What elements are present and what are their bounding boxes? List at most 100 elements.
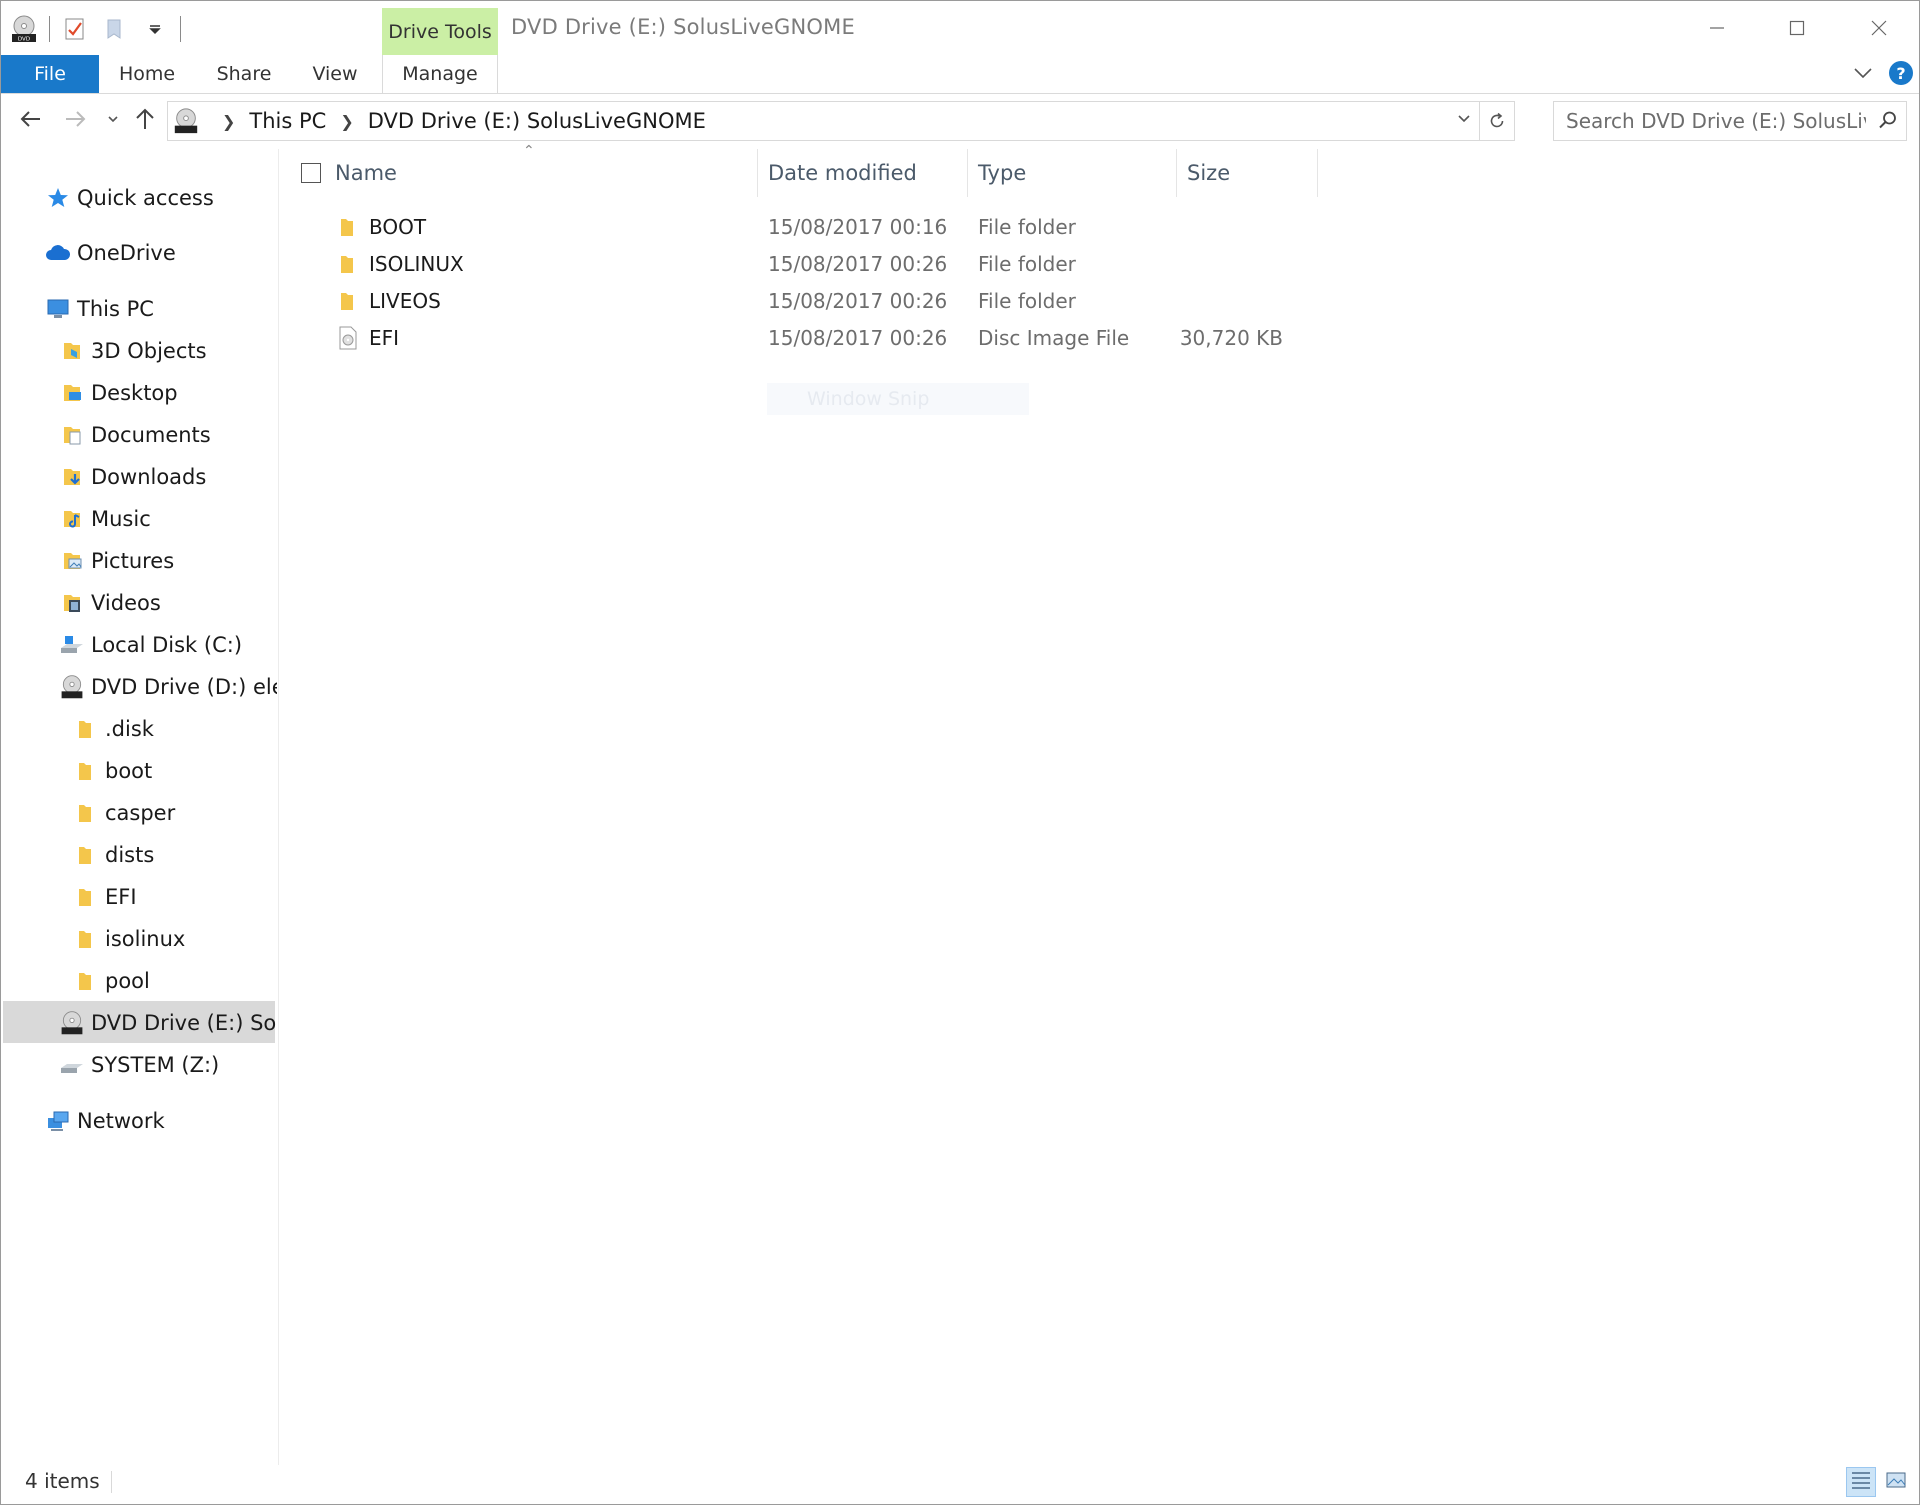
column-header-type[interactable]: Type <box>978 149 1168 197</box>
file-row[interactable]: BOOT 15/08/2017 00:16 File folder <box>279 209 1319 245</box>
file-row[interactable]: EFI 15/08/2017 00:26 Disc Image File 30,… <box>279 320 1319 356</box>
sidebar-item-label: Pictures <box>91 549 175 573</box>
sidebar-item-label: Music <box>91 507 151 531</box>
sidebar-item-label: SYSTEM (Z:) <box>91 1053 220 1077</box>
folder-icon <box>73 884 99 910</box>
sidebar-item-efi-folder[interactable]: EFI <box>73 877 137 917</box>
sidebar-item-quick-access[interactable]: Quick access <box>45 178 214 218</box>
dvd-drive-icon[interactable]: DVD <box>9 14 39 44</box>
dvd-drive-icon <box>172 107 200 135</box>
sidebar-item-dists-folder[interactable]: dists <box>73 835 154 875</box>
sidebar-item-music[interactable]: Music <box>59 499 151 539</box>
breadcrumb-this-pc[interactable]: This PC <box>249 109 326 133</box>
folder-icon <box>73 758 99 784</box>
breadcrumb-current-drive[interactable]: DVD Drive (E:) SolusLiveGNOME <box>368 109 706 133</box>
tab-manage[interactable]: Manage <box>382 55 498 93</box>
sidebar-item-boot-folder[interactable]: boot <box>73 751 152 791</box>
column-separator[interactable] <box>1176 149 1177 197</box>
new-folder-icon[interactable] <box>100 14 130 44</box>
file-name: EFI <box>369 326 400 350</box>
sidebar-item-dvd-drive-e[interactable]: DVD Drive (E:) Solus <box>59 1003 277 1043</box>
sidebar-item-label: DVD Drive (D:) elem <box>91 675 277 699</box>
sidebar-item-disk-folder[interactable]: .disk <box>73 709 154 749</box>
sidebar-item-downloads[interactable]: Downloads <box>59 457 206 497</box>
sidebar-item-label: Videos <box>91 591 161 615</box>
sidebar-item-isolinux-folder[interactable]: isolinux <box>73 919 185 959</box>
desktop-icon <box>59 380 85 406</box>
sidebar-item-documents[interactable]: Documents <box>59 415 211 455</box>
drive-tools-context-tab: Drive Tools <box>382 8 498 55</box>
sidebar-item-label: Documents <box>91 423 211 447</box>
forward-arrow-icon[interactable] <box>59 103 91 135</box>
dvd-drive-icon <box>59 1010 85 1036</box>
item-count: 4 items <box>25 1469 100 1493</box>
tab-share[interactable]: Share <box>207 55 281 93</box>
file-row[interactable]: ISOLINUX 15/08/2017 00:26 File folder <box>279 246 1319 282</box>
search-input[interactable] <box>1564 102 1868 140</box>
back-arrow-icon[interactable] <box>15 103 47 135</box>
sidebar-item-system-z[interactable]: SYSTEM (Z:) <box>59 1045 219 1085</box>
up-arrow-icon[interactable] <box>129 103 161 135</box>
column-separator[interactable] <box>1317 149 1318 197</box>
folder-icon <box>73 926 99 952</box>
drive-icon <box>59 1052 85 1078</box>
local-disk-icon <box>59 632 85 658</box>
sidebar-item-label: Downloads <box>91 465 207 489</box>
file-row[interactable]: LIVEOS 15/08/2017 00:26 File folder <box>279 283 1319 319</box>
sidebar-item-label: This PC <box>77 297 154 321</box>
tab-view[interactable]: View <box>303 55 367 93</box>
minimize-button[interactable] <box>1677 1 1757 55</box>
maximize-button[interactable] <box>1757 1 1837 55</box>
column-separator[interactable] <box>757 149 758 197</box>
details-view-button[interactable] <box>1846 1467 1876 1497</box>
breadcrumb: ❯ This PC ❯ DVD Drive (E:) SolusLiveGNOM… <box>172 102 706 140</box>
file-name: LIVEOS <box>369 289 441 313</box>
navigation-pane: Quick access OneDrive This PC 3D Objects… <box>1 149 277 1459</box>
properties-icon[interactable] <box>60 14 90 44</box>
column-header-size[interactable]: Size <box>1187 149 1307 197</box>
customize-toolbar-chevron-icon[interactable] <box>140 14 170 44</box>
chevron-right-icon[interactable]: ❯ <box>222 112 235 131</box>
column-header-name[interactable]: Name <box>335 149 815 197</box>
music-icon <box>59 506 85 532</box>
sidebar-item-3d-objects[interactable]: 3D Objects <box>59 331 207 371</box>
sidebar-item-desktop[interactable]: Desktop <box>59 373 178 413</box>
help-icon[interactable]: ? <box>1889 61 1913 85</box>
sidebar-item-casper-folder[interactable]: casper <box>73 793 175 833</box>
ribbon-controls: ? <box>1853 61 1913 85</box>
large-icons-view-icon <box>1885 1470 1907 1494</box>
file-date: 15/08/2017 00:16 <box>768 215 948 239</box>
file-type: File folder <box>978 252 1076 276</box>
sidebar-item-network[interactable]: Network <box>45 1101 165 1141</box>
refresh-icon[interactable] <box>1479 102 1514 140</box>
recent-locations-chevron-icon[interactable] <box>97 103 129 135</box>
chevron-right-icon[interactable]: ❯ <box>340 112 353 131</box>
column-separator[interactable] <box>967 149 968 197</box>
column-header-date-modified[interactable]: Date modified <box>768 149 958 197</box>
address-history-chevron-icon[interactable] <box>1456 111 1472 131</box>
expand-ribbon-chevron-icon[interactable] <box>1853 64 1873 83</box>
tab-home[interactable]: Home <box>111 55 183 93</box>
sidebar-item-dvd-drive-d[interactable]: DVD Drive (D:) elem <box>59 667 277 707</box>
search-icon[interactable] <box>1878 110 1898 134</box>
tab-file[interactable]: File <box>1 55 99 93</box>
sidebar-item-local-disk-c[interactable]: Local Disk (C:) <box>59 625 242 665</box>
sidebar-item-label: boot <box>105 759 153 783</box>
large-icons-view-button[interactable] <box>1881 1467 1911 1497</box>
sidebar-item-this-pc[interactable]: This PC <box>45 289 154 329</box>
file-type: File folder <box>978 215 1076 239</box>
folder-icon <box>73 716 99 742</box>
details-view-icon <box>1850 1470 1872 1494</box>
downloads-icon <box>59 464 85 490</box>
close-button[interactable] <box>1839 1 1919 55</box>
sidebar-item-videos[interactable]: Videos <box>59 583 161 623</box>
sidebar-item-pool-folder[interactable]: pool <box>73 961 150 1001</box>
select-all-checkbox[interactable] <box>301 163 321 183</box>
search-box[interactable] <box>1553 101 1907 141</box>
file-name: ISOLINUX <box>369 252 464 276</box>
quick-access-toolbar: DVD <box>9 11 181 47</box>
address-bar[interactable]: ❯ This PC ❯ DVD Drive (E:) SolusLiveGNOM… <box>167 101 1515 141</box>
file-list: ⌃ Name Date modified Type Size BOOT 15/0… <box>279 143 1919 1459</box>
sidebar-item-pictures[interactable]: Pictures <box>59 541 174 581</box>
sidebar-item-onedrive[interactable]: OneDrive <box>45 233 176 273</box>
